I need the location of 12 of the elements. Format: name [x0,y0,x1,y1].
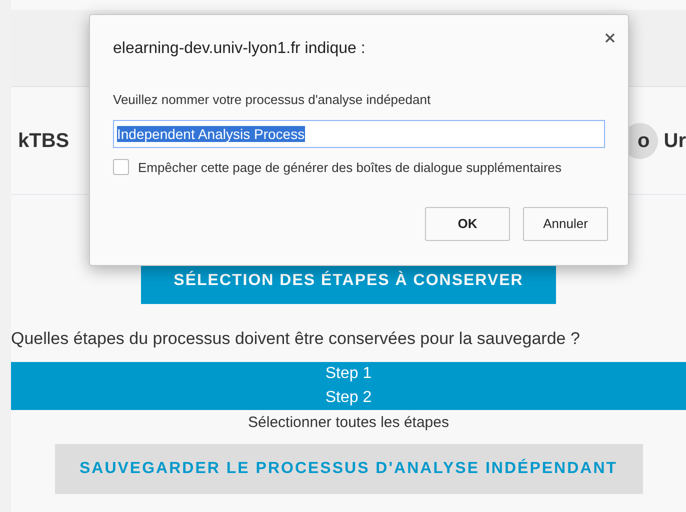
dialog-button[interactable]: Annuler [523,207,608,241]
dialog-message: Veuillez nommer votre processus d'analyse indépedant [113,91,432,109]
question-text: Quelles étapes du processus doivent être conservées pour la sauvegarde ? [11,328,581,350]
checkbox[interactable] [113,159,129,176]
dialog-title: elearning-dev.univ-lyon1.fr indique : [113,39,366,59]
nav-item[interactable]: Ur [664,126,686,156]
checkbox-label: Empêcher cette page de générer des boîtes de dialogue supplémentaires [138,158,562,177]
close-icon[interactable] [605,33,615,43]
dialog-button[interactable]: OK [425,207,510,241]
name-field[interactable]: Independent Analysis Process [113,120,605,148]
brand-title[interactable]: kTBS [18,126,70,156]
select-all-link[interactable]: Sélectionner toutes les étapes [248,412,449,434]
